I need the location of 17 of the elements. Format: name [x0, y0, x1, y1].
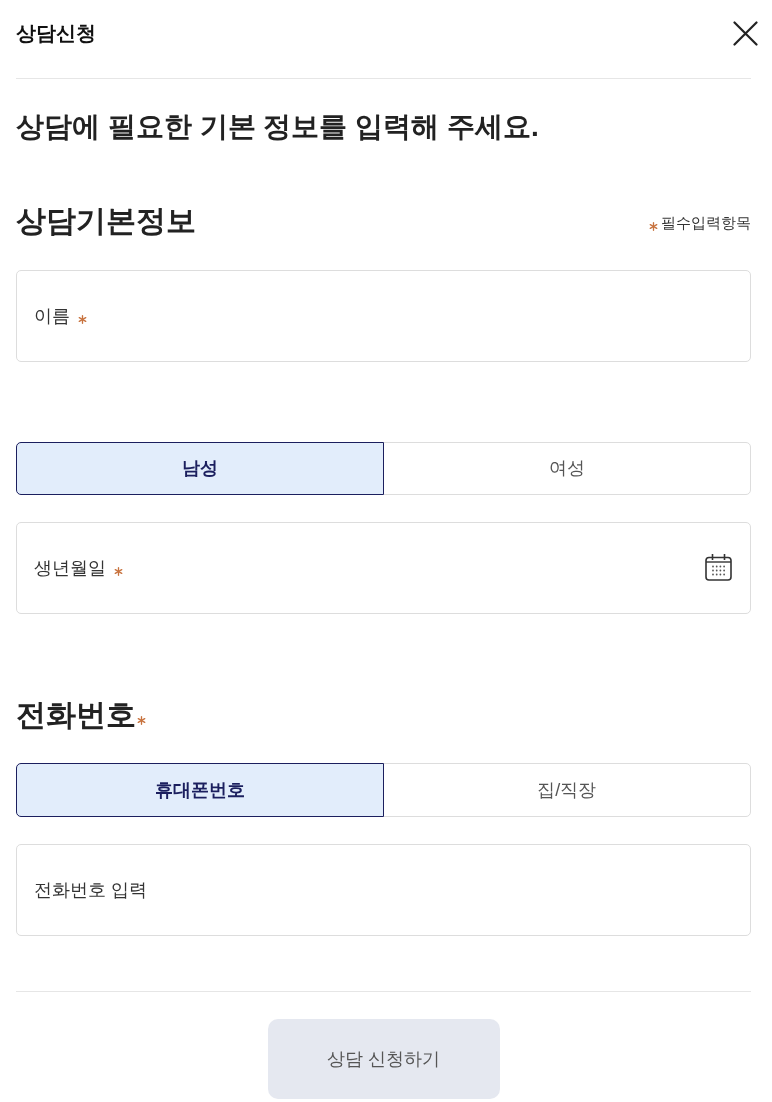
option-tab[interactable]: 여성: [382, 442, 751, 495]
phone-input-field[interactable]: 전화번호 입력: [16, 844, 751, 936]
option-tab[interactable]: 남성: [16, 442, 384, 495]
required-legend: 필수입력항목: [661, 211, 751, 235]
section-title: 전화번호: [16, 697, 136, 733]
required-asterisk-icon: [649, 221, 658, 231]
intro-text: 상담에 필요한 기본 정보를 입력해 주세요.: [16, 110, 540, 144]
input-field[interactable]: 이름: [16, 270, 751, 362]
close-icon: [732, 20, 758, 46]
dialog-title: 상담신청: [16, 21, 96, 46]
close-button[interactable]: [732, 20, 758, 46]
calendar-icon: [705, 553, 732, 581]
option-tab[interactable]: 집/직장: [382, 763, 751, 817]
calendar-button[interactable]: [705, 553, 732, 581]
option-tab[interactable]: 휴대폰번호: [16, 763, 384, 817]
date-field[interactable]: 생년월일: [16, 522, 751, 614]
section-title: 상담기본정보: [16, 203, 196, 239]
